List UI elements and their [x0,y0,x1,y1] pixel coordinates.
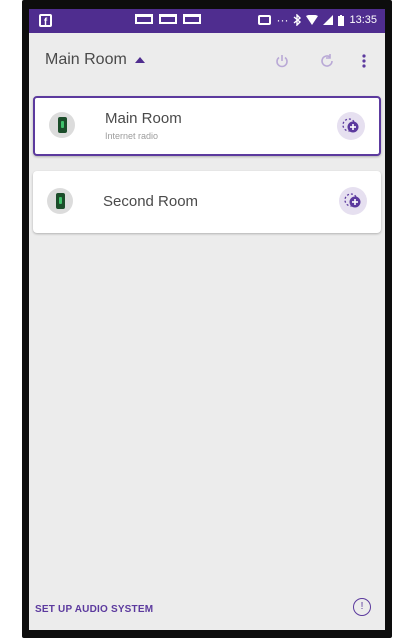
refresh-button[interactable] [314,48,340,74]
setup-audio-system-button[interactable]: SET UP AUDIO SYSTEM [35,604,153,615]
room-name: Second Room [103,193,199,210]
battery-icon [338,14,345,26]
add-circle-icon [342,118,359,133]
clock: 13:35 [349,14,377,26]
room-source: Internet radio [105,131,159,141]
facebook-icon: f [39,14,52,28]
power-button[interactable] [269,48,295,74]
notification-icons: f [39,14,52,28]
signal-icon [323,15,334,25]
device-frame: f ··· 13:35 Main Room Main Room Internet… [22,0,392,638]
bottom-bar: SET UP AUDIO SYSTEM ! [29,586,385,630]
add-circle-icon [344,193,361,208]
bluetooth-icon [294,14,302,26]
photo-icon [159,14,177,24]
app-bar: Main Room [29,33,385,89]
app-screen: f ··· 13:35 Main Room Main Room Internet… [29,9,385,630]
room-card-main[interactable]: Main Room Internet radio [33,96,381,156]
room-title: Main Room [45,51,127,68]
add-zone-button[interactable] [339,187,367,215]
speaker-icon [47,188,73,214]
more-vert-icon [362,54,366,68]
wifi-icon [306,15,319,25]
room-selector[interactable]: Main Room [45,51,145,69]
caret-up-icon [134,57,145,63]
speaker-icon [49,112,75,138]
info-icon[interactable]: ! [353,598,371,616]
notification-photos [135,14,201,24]
power-icon [276,55,288,68]
photo-icon [135,14,153,24]
more-menu-button[interactable] [351,48,377,74]
status-bar: f ··· 13:35 [29,9,385,33]
more-notifications-icon: ··· [276,13,289,27]
add-zone-button[interactable] [337,112,365,140]
room-name: Main Room [105,110,182,127]
room-card-second[interactable]: Second Room [33,171,381,233]
system-icons: ··· 13:35 [258,13,377,27]
refresh-icon [321,54,333,67]
photo-icon [183,14,201,24]
cast-icon [258,15,272,25]
